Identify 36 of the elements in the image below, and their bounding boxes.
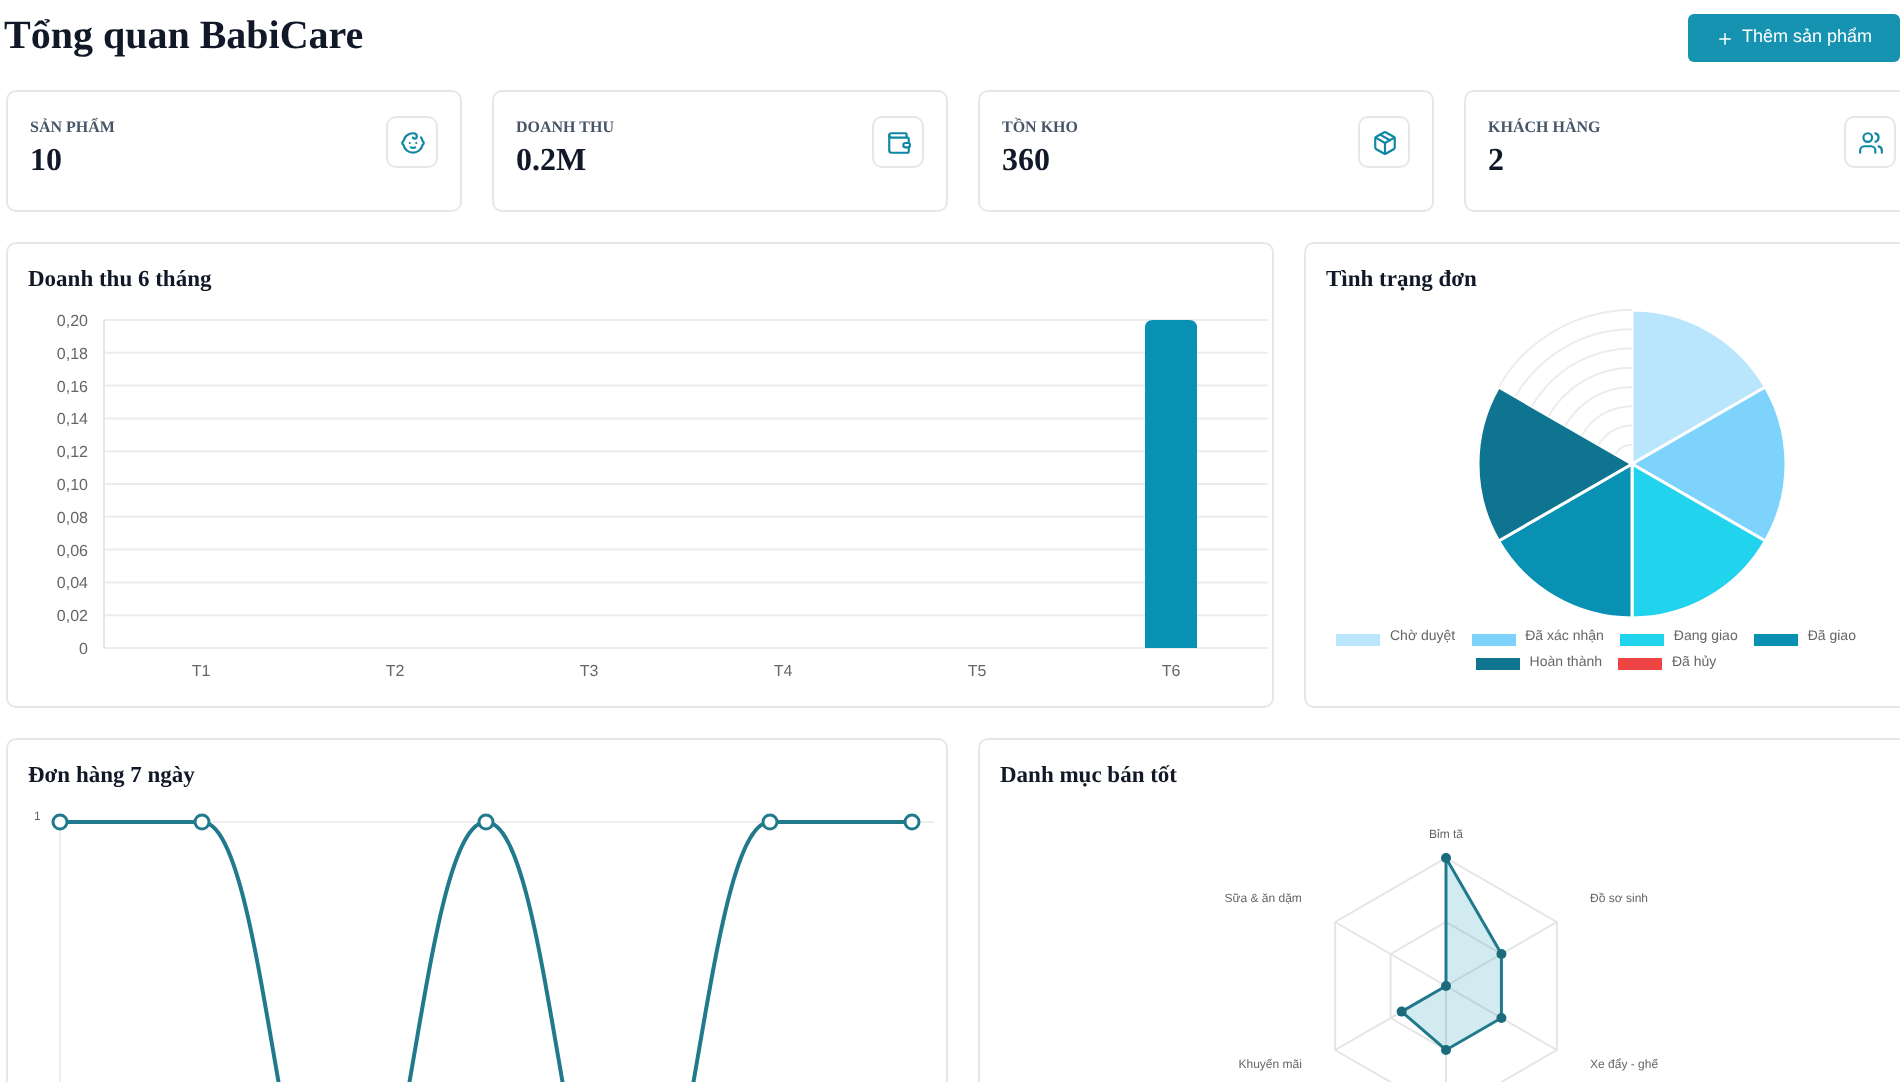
x-tick-label: T1 (191, 662, 211, 681)
x-tick-label: T5 (967, 662, 987, 681)
y-tick-label: 0,10 (56, 476, 88, 495)
page-title: Tổng quan BabiCare (4, 12, 364, 60)
stat-value: 0.2M (516, 142, 589, 182)
card-title: Tình trạng đơn (1326, 266, 1479, 296)
x-tick-label: T6 (1161, 662, 1181, 681)
stat-value: 360 (1002, 142, 1052, 182)
baby-icon (399, 129, 425, 155)
y-tick-label: 0,16 (56, 378, 88, 397)
y-tick-label: 0,18 (56, 345, 88, 364)
stat-label: DOANH THU (516, 116, 614, 140)
card-title: Doanh thu 6 tháng (28, 266, 214, 296)
y-tick-label: 0,12 (56, 443, 88, 462)
stat-value: 10 (30, 142, 64, 182)
wallet-icon (885, 129, 911, 155)
stat-label: KHÁCH HÀNG (1488, 116, 1601, 140)
y-tick-label: 0,08 (56, 509, 88, 528)
x-tick-label: T3 (579, 662, 599, 681)
card-title: Danh mục bán tốt (1000, 762, 1180, 792)
y-tick-label: 0,04 (56, 574, 88, 593)
y-tick-label: 0 (79, 640, 88, 659)
y-tick-label: 0,14 (56, 410, 88, 429)
stat-label: SẢN PHẨM (30, 116, 115, 140)
y-tick-label: 0,20 (56, 312, 88, 331)
y-tick-label: 0,02 (56, 607, 88, 626)
x-tick-label: T2 (385, 662, 405, 681)
stat-label: TỒN KHO (1002, 116, 1079, 140)
plus-icon (1715, 29, 1734, 47)
card-title: Đơn hàng 7 ngày (28, 762, 197, 792)
box-icon (1371, 129, 1397, 155)
y-tick-label: 0,06 (56, 542, 88, 561)
stat-value: 2 (1488, 142, 1506, 182)
add-product-button[interactable]: Thêm sản phẩm (1687, 14, 1900, 62)
users-icon (1857, 129, 1883, 155)
x-tick-label: T4 (773, 662, 793, 681)
